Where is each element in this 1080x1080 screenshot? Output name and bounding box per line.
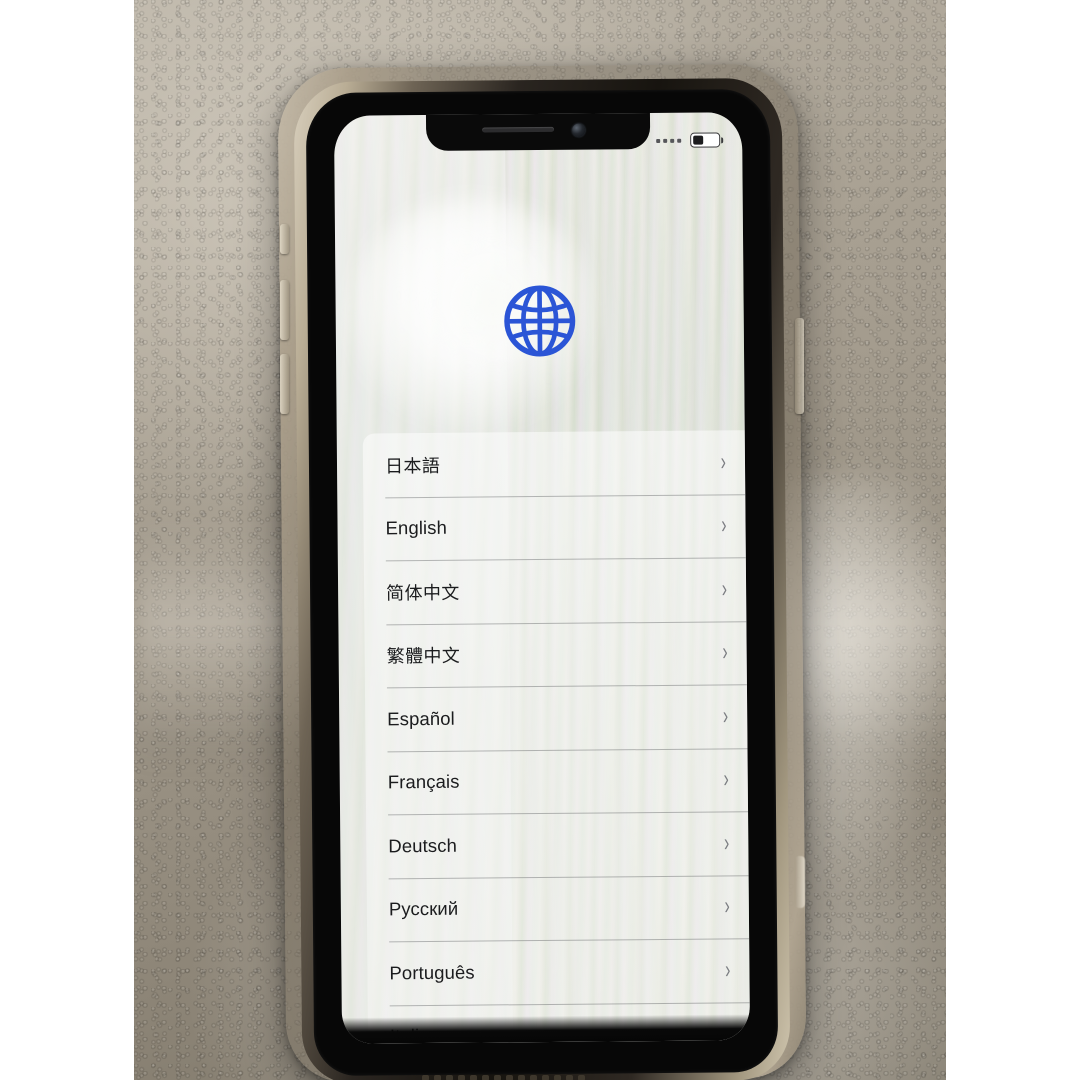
list-item[interactable]: 简体中文 ›: [364, 557, 747, 624]
chevron-right-icon: ›: [720, 448, 727, 476]
language-label: Español: [387, 707, 455, 730]
list-item[interactable]: Русский ›: [367, 875, 750, 942]
battery-icon: [690, 132, 724, 148]
chevron-right-icon: ›: [724, 829, 730, 857]
chevron-right-icon: ›: [724, 892, 731, 921]
chevron-right-icon: ›: [723, 765, 730, 794]
speaker-grille: [422, 1073, 672, 1080]
language-list[interactable]: 日本語 › English › 简体中文 › 繁體中文 › Español › …: [362, 430, 751, 1044]
language-label: Русский: [388, 897, 459, 920]
language-label: 简体中文: [386, 582, 460, 604]
front-camera-icon: [572, 123, 586, 137]
list-item[interactable]: English ›: [363, 494, 746, 561]
language-label: Português: [389, 961, 475, 984]
signal-dots-icon: [656, 138, 682, 143]
status-bar-right: [656, 132, 724, 148]
list-item[interactable]: 日本語 ›: [363, 430, 746, 497]
volume-down-button[interactable]: [280, 354, 289, 414]
display-notch: [425, 112, 651, 151]
list-item[interactable]: 繁體中文 ›: [364, 621, 747, 688]
letterbox-bar-left: [0, 0, 134, 1080]
screen-bottom-cutoff: [341, 1014, 751, 1044]
side-frame-highlight: [795, 856, 805, 908]
language-label: English: [385, 517, 448, 539]
battery-fill: [692, 135, 704, 146]
list-item[interactable]: Français ›: [366, 748, 749, 815]
list-item[interactable]: Español ›: [365, 684, 748, 751]
chevron-right-icon: ›: [722, 638, 729, 667]
earpiece-speaker-icon: [482, 126, 555, 133]
chevron-right-icon: ›: [722, 575, 728, 603]
language-label: 繁體中文: [386, 645, 461, 667]
battery-cap: [720, 137, 724, 144]
chevron-right-icon: ›: [721, 511, 727, 540]
chevron-right-icon: ›: [723, 702, 729, 730]
mute-switch[interactable]: [280, 224, 289, 254]
photo-canvas: 日本語 › English › 简体中文 › 繁體中文 › Español › …: [0, 0, 1080, 1080]
list-item[interactable]: Português ›: [367, 938, 750, 1005]
chevron-right-icon: ›: [725, 956, 731, 984]
list-item[interactable]: Deutsch ›: [366, 811, 749, 878]
side-power-button[interactable]: [795, 318, 804, 414]
language-label: Deutsch: [388, 834, 457, 857]
language-label: 日本語: [384, 455, 441, 477]
language-label: Français: [387, 770, 460, 793]
letterbox-bar-right: [946, 0, 1080, 1080]
globe-icon: [500, 282, 579, 361]
phone-screen[interactable]: 日本語 › English › 简体中文 › 繁體中文 › Español › …: [333, 112, 751, 1044]
volume-up-button[interactable]: [280, 280, 289, 340]
phone-device: 日本語 › English › 简体中文 › 繁體中文 › Español › …: [277, 63, 807, 1080]
